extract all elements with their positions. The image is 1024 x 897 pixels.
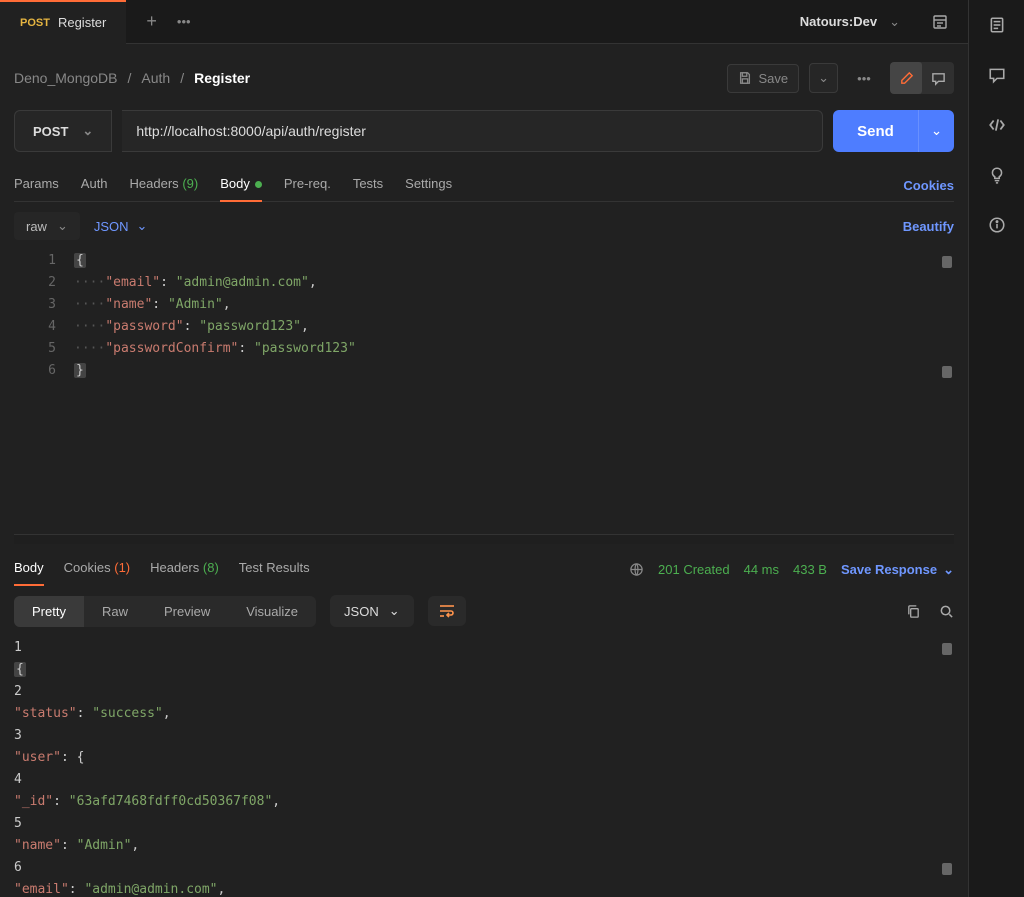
breadcrumb-item-active[interactable]: Register [194, 70, 250, 86]
chevron-down-icon: ⌄ [389, 603, 400, 619]
more-icon[interactable]: ••• [848, 62, 880, 94]
response-size: 433 B [793, 562, 827, 577]
search-icon[interactable] [939, 604, 954, 619]
method-label: POST [33, 124, 68, 139]
response-body-viewer[interactable]: 1{2 "status": "success",3 "user": {4 "_i… [14, 637, 954, 897]
tab-title: Register [58, 15, 106, 30]
request-body-editor[interactable]: 1{2····"email": "admin@admin.com",3····"… [14, 250, 954, 534]
copy-icon[interactable] [906, 604, 921, 619]
method-select[interactable]: POST ⌄ [14, 110, 112, 152]
comment-mode-icon[interactable] [922, 62, 954, 94]
seg-raw[interactable]: Raw [84, 596, 146, 627]
lightbulb-icon[interactable] [988, 166, 1006, 184]
chevron-down-icon: ⌄ [943, 562, 954, 578]
pane-resize-handle[interactable] [14, 534, 954, 544]
tab-register[interactable]: POST Register [0, 0, 126, 44]
network-icon[interactable] [629, 562, 644, 577]
tab-headers[interactable]: Headers (9) [130, 170, 199, 201]
comments-icon[interactable] [988, 66, 1006, 84]
seg-pretty[interactable]: Pretty [14, 596, 84, 627]
right-rail [968, 0, 1024, 897]
breadcrumb-item[interactable]: Deno_MongoDB [14, 70, 118, 86]
response-format-select[interactable]: JSON ⌄ [330, 595, 414, 627]
request-tabs: Params Auth Headers (9) Body Pre-req. Te… [14, 170, 954, 202]
save-dropdown[interactable]: ⌄ [809, 63, 838, 93]
send-button[interactable]: Send [833, 110, 918, 152]
response-view-segment: Pretty Raw Preview Visualize [14, 596, 316, 627]
save-response-button[interactable]: Save Response ⌄ [841, 562, 954, 578]
resp-tab-body[interactable]: Body [14, 554, 44, 585]
url-input[interactable] [122, 110, 823, 152]
response-status: 201 Created [658, 562, 730, 577]
cookies-link[interactable]: Cookies [903, 178, 954, 193]
breadcrumb: Deno_MongoDB / Auth / Register [14, 70, 250, 86]
resp-tab-test-results[interactable]: Test Results [239, 554, 310, 585]
tab-more-icon[interactable]: ••• [177, 14, 191, 29]
wrap-lines-button[interactable] [428, 596, 466, 626]
info-icon[interactable] [988, 216, 1006, 234]
response-time: 44 ms [744, 562, 779, 577]
breadcrumb-sep: / [180, 70, 184, 86]
resp-tab-headers[interactable]: Headers (8) [150, 554, 219, 585]
new-tab-button[interactable]: + [146, 11, 157, 32]
environment-name[interactable]: Natours:Dev [800, 14, 877, 29]
tab-method: POST [20, 17, 50, 29]
seg-preview[interactable]: Preview [146, 596, 228, 627]
tab-tests[interactable]: Tests [353, 170, 383, 201]
chevron-down-icon: ⌄ [82, 123, 93, 139]
edit-mode-icon[interactable] [890, 62, 922, 94]
seg-visualize[interactable]: Visualize [228, 596, 316, 627]
breadcrumb-sep: / [128, 70, 132, 86]
tab-settings[interactable]: Settings [405, 170, 452, 201]
save-label: Save [758, 71, 788, 86]
chevron-down-icon: ⌄ [137, 218, 148, 234]
code-icon[interactable] [988, 116, 1006, 134]
body-type-select[interactable]: raw ⌄ [14, 212, 80, 240]
beautify-button[interactable]: Beautify [903, 219, 954, 234]
chevron-down-icon: ⌄ [57, 218, 68, 234]
tab-params[interactable]: Params [14, 170, 59, 201]
documentation-icon[interactable] [988, 16, 1006, 34]
tab-body[interactable]: Body [220, 170, 262, 201]
resp-tab-cookies[interactable]: Cookies (1) [64, 554, 130, 585]
send-dropdown[interactable]: ⌄ [918, 110, 954, 152]
tab-auth[interactable]: Auth [81, 170, 108, 201]
environment-quicklook-icon[interactable] [932, 14, 948, 30]
save-button[interactable]: Save [727, 64, 799, 93]
tab-prereq[interactable]: Pre-req. [284, 170, 331, 201]
body-format-select[interactable]: JSON ⌄ [94, 218, 148, 234]
tabbar: POST Register + ••• Natours:Dev ⌄ [0, 0, 968, 44]
breadcrumb-item[interactable]: Auth [141, 70, 170, 86]
body-dirty-dot-icon [255, 181, 262, 188]
chevron-down-icon[interactable]: ⌄ [889, 14, 900, 30]
